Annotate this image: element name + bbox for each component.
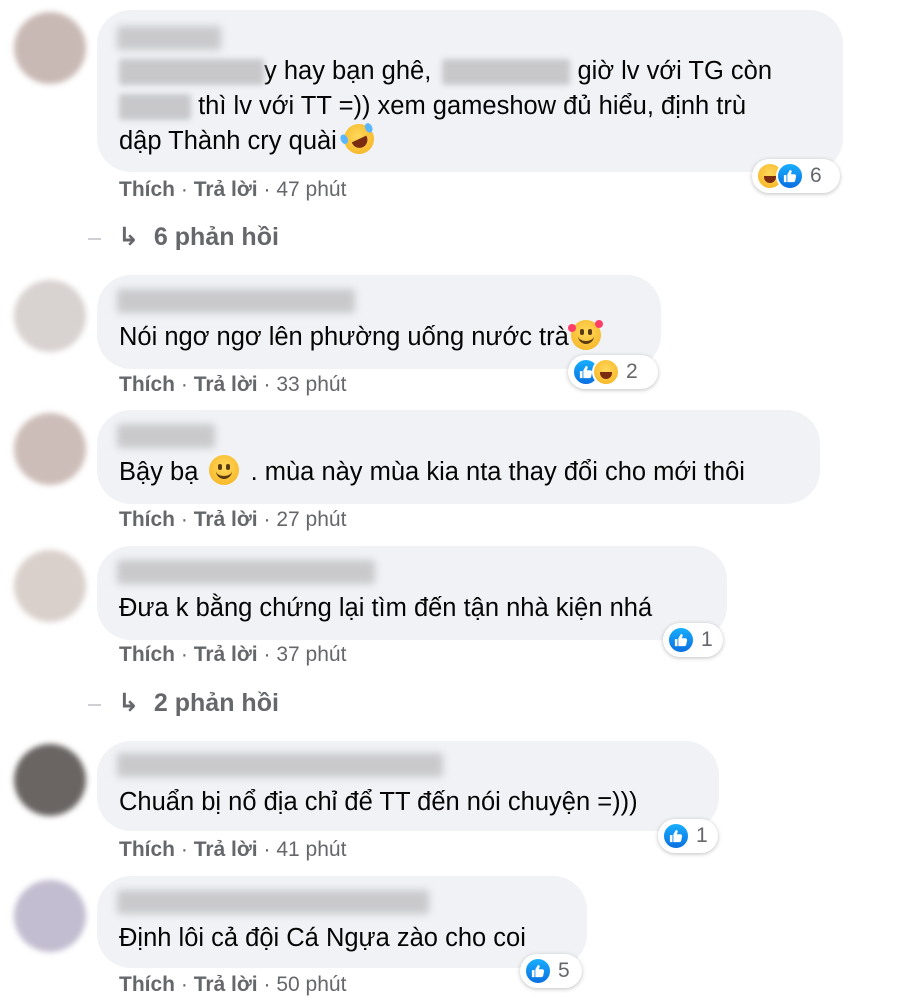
comment-time[interactable]: 37 phút — [276, 643, 346, 666]
reaction-summary[interactable]: 5 — [520, 954, 582, 988]
view-replies-link[interactable]: ↳ 6 phản hồi — [118, 222, 279, 252]
comment-text: y hay bạn ghê, giờ lv với TG còn — [119, 54, 825, 89]
like-button[interactable]: Thích — [119, 178, 175, 201]
comment-text: Đưa k bằng chứng lại tìm đến tận nhà kiệ… — [119, 594, 653, 622]
like-button[interactable]: Thích — [119, 508, 175, 531]
comment-bubble: Đưa k bằng chứng lại tìm đến tận nhà kiệ… — [97, 546, 727, 640]
comment-time[interactable]: 27 phút — [276, 508, 346, 531]
redacted-text — [442, 59, 571, 86]
commenter-name[interactable] — [117, 289, 355, 313]
slightly-smiling-face-emoji-icon — [209, 455, 240, 485]
comment-text: Chuẩn bị nổ địa chỉ để TT đến nói chuyện… — [119, 788, 638, 816]
rofl-emoji-icon — [338, 119, 379, 159]
commenter-name[interactable] — [117, 890, 429, 914]
reaction-summary[interactable]: 1 — [658, 819, 718, 853]
like-reaction-icon — [662, 822, 690, 850]
reaction-count: 5 — [558, 959, 570, 982]
reaction-count: 2 — [626, 360, 638, 383]
reaction-summary[interactable]: 1 — [663, 623, 723, 657]
comment-actions: Thích · Trả lời · 33 phút — [119, 373, 347, 396]
comment-bubble: Định lôi cả đội Cá Ngựa zào cho coi — [97, 876, 587, 968]
like-reaction-icon — [667, 626, 695, 654]
comment-bubble: Nói ngơ ngơ lên phường uống nước trà — [97, 275, 661, 369]
comment-text: Nói ngơ ngơ lên phường uống nước trà — [119, 320, 643, 355]
comment-text: Bậy bạ . mùa này mùa kia nta thay đổi ch… — [119, 455, 802, 490]
redacted-text — [119, 59, 264, 86]
reaction-count: 6 — [810, 164, 822, 187]
comment-bubble: Chuẩn bị nổ địa chỉ để TT đến nói chuyện… — [97, 741, 719, 831]
comment-bubble: Bậy bạ . mùa này mùa kia nta thay đổi ch… — [97, 410, 820, 504]
comment-text-line3: dập Thành cry quài — [119, 119, 825, 159]
reply-button[interactable]: Trả lời — [194, 643, 258, 666]
comment-text: Định lôi cả đội Cá Ngựa zào cho coi — [119, 924, 526, 952]
like-button[interactable]: Thích — [119, 643, 175, 666]
comment-actions: Thích · Trả lời · 50 phút — [119, 973, 347, 996]
comment-time[interactable]: 41 phút — [276, 838, 346, 861]
reply-button[interactable]: Trả lời — [194, 508, 258, 531]
like-button[interactable]: Thích — [119, 373, 175, 396]
like-reaction-icon — [524, 957, 552, 985]
commenter-name[interactable] — [117, 26, 221, 50]
reply-arrow-icon: ↳ — [118, 223, 139, 251]
comment-actions: Thích · Trả lời · 37 phút — [119, 643, 347, 666]
comment-time[interactable]: 33 phút — [276, 373, 346, 396]
haha-reaction-icon — [592, 358, 620, 386]
thread-line — [88, 704, 101, 706]
commenter-avatar[interactable] — [14, 413, 86, 485]
commenter-name[interactable] — [117, 560, 375, 584]
reaction-summary[interactable]: 6 — [752, 159, 840, 193]
like-button[interactable]: Thích — [119, 838, 175, 861]
comment-time[interactable]: 47 phút — [276, 178, 346, 201]
smiling-face-with-hearts-emoji-icon — [567, 320, 603, 350]
reply-button[interactable]: Trả lời — [194, 838, 258, 861]
like-reaction-icon — [776, 162, 804, 190]
commenter-avatar[interactable] — [14, 12, 86, 84]
comment-time[interactable]: 50 phút — [276, 973, 346, 996]
reply-button[interactable]: Trả lời — [194, 373, 258, 396]
redacted-text — [119, 94, 191, 121]
reaction-summary[interactable]: 2 — [568, 355, 658, 389]
commenter-name[interactable] — [117, 424, 215, 448]
comment-bubble: y hay bạn ghê, giờ lv với TG còn thì lv … — [97, 10, 843, 172]
reply-arrow-icon: ↳ — [118, 689, 139, 717]
thread-line — [88, 238, 101, 240]
comment-actions: Thích · Trả lời · 47 phút — [119, 178, 347, 201]
commenter-avatar[interactable] — [14, 880, 86, 952]
reply-button[interactable]: Trả lời — [194, 973, 258, 996]
view-replies-link[interactable]: ↳ 2 phản hồi — [118, 688, 279, 718]
comment-actions: Thích · Trả lời · 41 phút — [119, 838, 347, 861]
commenter-avatar[interactable] — [14, 280, 86, 352]
commenter-name[interactable] — [117, 753, 443, 777]
reply-button[interactable]: Trả lời — [194, 178, 258, 201]
comment-actions: Thích · Trả lời · 27 phút — [119, 508, 347, 531]
comment-text-line2: thì lv với TT =)) xem gameshow đủ hiểu, … — [119, 89, 825, 124]
reaction-count: 1 — [696, 824, 708, 847]
commenter-avatar[interactable] — [14, 550, 86, 622]
reaction-count: 1 — [701, 628, 713, 651]
like-button[interactable]: Thích — [119, 973, 175, 996]
commenter-avatar[interactable] — [14, 744, 86, 816]
